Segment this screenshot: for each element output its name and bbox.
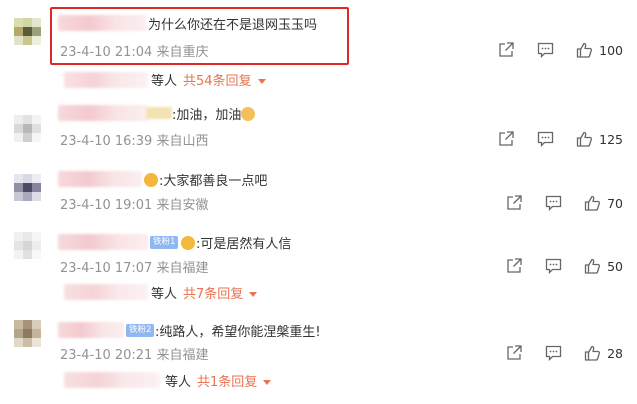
comment-time: 23-4-10 17:07	[60, 261, 153, 276]
like-button[interactable]: 100	[576, 42, 623, 58]
comment-actions: 28	[484, 343, 623, 363]
share-icon	[499, 42, 514, 57]
like-icon	[576, 131, 593, 147]
share-button[interactable]	[506, 195, 523, 211]
like-button[interactable]: 28	[584, 345, 623, 361]
comment-item: 铁粉1 :可是居然有人信 23-4-10 17:07 来自福建 50 等人 共7条…	[0, 220, 637, 308]
reply-who: 等人	[165, 375, 192, 390]
emoji-icon	[144, 173, 158, 187]
username[interactable]	[58, 15, 146, 31]
comment-time: 23-4-10 19:01	[60, 198, 153, 213]
fan-badge: 铁粉2	[126, 324, 155, 337]
share-button[interactable]	[498, 42, 515, 58]
emoji-icon	[241, 107, 256, 121]
comment-icon	[545, 195, 562, 211]
comment-text: :加油，加油	[172, 104, 256, 123]
comment-actions: 50	[484, 256, 623, 276]
like-count: 125	[599, 131, 623, 147]
like-icon	[584, 195, 601, 211]
chevron-down-icon	[249, 292, 258, 297]
fan-badge	[146, 107, 172, 119]
comment-location: 来自山西	[156, 134, 209, 149]
share-icon	[507, 195, 522, 210]
comment-meta: 23-4-10 21:04 来自重庆	[60, 41, 209, 60]
comment-meta: 23-4-10 17:07 来自福建	[60, 257, 209, 276]
comment-button[interactable]	[545, 345, 562, 361]
comment-item: 铁粉2 :纯路人，希望你能涅槃重生! 23-4-10 20:21 来自福建 28…	[0, 310, 637, 404]
comment-icon	[537, 42, 554, 58]
comment-time: 23-4-10 21:04	[60, 45, 153, 60]
username[interactable]	[58, 234, 148, 250]
avatar[interactable]	[14, 115, 42, 143]
username[interactable]	[58, 322, 124, 338]
avatar[interactable]	[14, 174, 42, 202]
share-icon	[499, 131, 514, 146]
share-icon	[507, 345, 522, 360]
comment-text: :大家都善良一点吧	[144, 170, 267, 189]
comment-icon	[537, 131, 554, 147]
comment-button[interactable]	[537, 131, 554, 147]
comment-location: 来自安徽	[156, 198, 209, 213]
like-icon	[584, 345, 601, 361]
emoji-icon	[181, 236, 195, 250]
like-count: 100	[599, 42, 623, 58]
like-icon	[576, 42, 593, 58]
avatar[interactable]	[14, 320, 42, 348]
reply-avatars	[64, 284, 148, 300]
comment-location: 来自福建	[156, 261, 209, 276]
username[interactable]	[58, 171, 142, 187]
comment-icon	[545, 345, 562, 361]
reply-summary[interactable]: 等人 共1条回复	[165, 371, 272, 390]
comment-meta: 23-4-10 20:21 来自福建	[60, 344, 209, 363]
chevron-down-icon	[263, 380, 272, 385]
more-replies-link[interactable]: 共1条回复	[197, 375, 257, 390]
comment-text: 为什么你还在不是退网玉玉吗	[148, 18, 318, 33]
comment-text: :可是居然有人信	[181, 233, 291, 252]
comment-meta: 23-4-10 16:39 来自山西	[60, 130, 209, 149]
comment-item: :加油，加油 23-4-10 16:39 来自山西 125	[0, 92, 637, 154]
share-button[interactable]	[506, 345, 523, 361]
reply-avatars	[64, 72, 148, 88]
like-button[interactable]: 125	[576, 131, 623, 147]
username[interactable]	[58, 105, 148, 121]
like-count: 28	[607, 345, 623, 361]
comment-time: 23-4-10 16:39	[60, 134, 153, 149]
chevron-down-icon	[257, 79, 266, 84]
comment-time: 23-4-10 20:21	[60, 348, 153, 363]
like-count: 50	[607, 258, 623, 274]
fan-badge: 铁粉1	[150, 236, 179, 249]
comment-actions: 100	[476, 40, 623, 60]
comment-location: 来自福建	[156, 348, 209, 363]
share-button[interactable]	[506, 258, 523, 274]
comment-location: 来自重庆	[156, 45, 209, 60]
avatar[interactable]	[14, 232, 42, 260]
like-icon	[584, 258, 601, 274]
more-replies-link[interactable]: 共54条回复	[183, 74, 252, 89]
comment-text: :纯路人，希望你能涅槃重生!	[155, 325, 321, 340]
like-button[interactable]: 70	[584, 195, 623, 211]
reply-who: 等人	[151, 74, 178, 89]
like-count: 70	[607, 195, 623, 211]
share-button[interactable]	[498, 131, 515, 147]
comment-button[interactable]	[545, 195, 562, 211]
comment-item: :大家都善良一点吧 23-4-10 19:01 来自安徽 70	[0, 156, 637, 218]
reply-summary[interactable]: 等人 共54条回复	[151, 70, 266, 89]
like-button[interactable]: 50	[584, 258, 623, 274]
comment-actions: 125	[476, 129, 623, 149]
comment-item: 为什么你还在不是退网玉玉吗 23-4-10 21:04 来自重庆 100 等人共…	[0, 0, 637, 92]
comment-button[interactable]	[537, 42, 554, 58]
comment-button[interactable]	[545, 258, 562, 274]
reply-who: 等人	[151, 287, 178, 302]
comment-meta: 23-4-10 19:01 来自安徽	[60, 194, 209, 213]
reply-avatars	[64, 372, 160, 388]
more-replies-link[interactable]: 共7条回复	[183, 287, 243, 302]
share-icon	[507, 258, 522, 273]
comment-actions: 70	[484, 193, 623, 213]
comment-icon	[545, 258, 562, 274]
avatar[interactable]	[14, 18, 42, 46]
reply-summary[interactable]: 等人 共7条回复	[151, 283, 258, 302]
